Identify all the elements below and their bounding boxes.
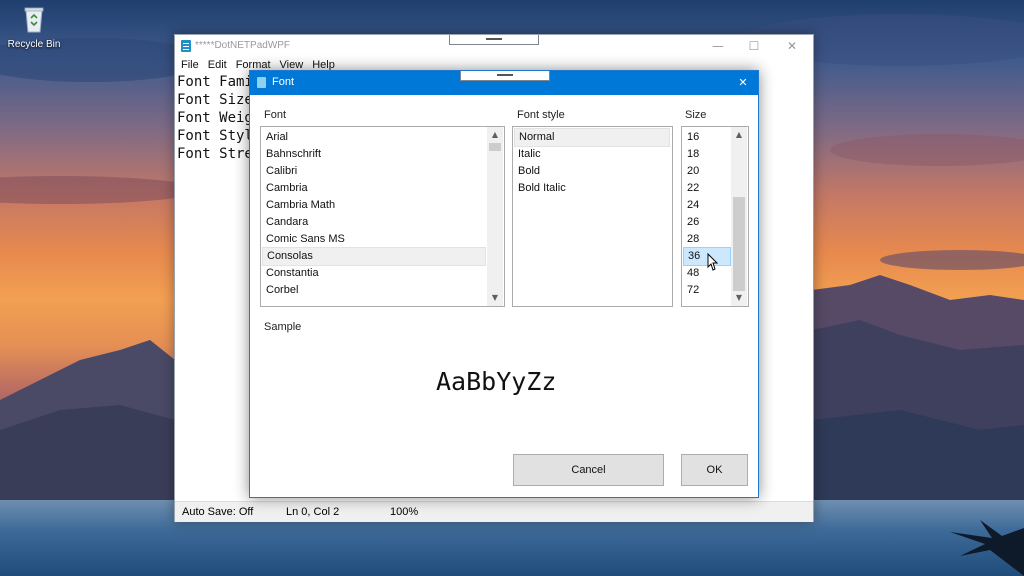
scroll-down-icon[interactable]: ▼ [731, 290, 747, 306]
cursor-position: Ln 0, Col 2 [286, 506, 340, 518]
font-label: Font [264, 109, 287, 121]
font-list-scrollbar[interactable]: ▲ ▼ [487, 127, 503, 306]
style-list-item[interactable]: Bold Italic [514, 180, 668, 197]
recycle-bin-icon [24, 7, 44, 33]
font-dialog: Font ✕ Font Font style Size Arial Bahnsc… [249, 70, 759, 498]
font-list-item[interactable]: Cambria [262, 180, 486, 197]
font-list-item[interactable]: Constantia [262, 265, 486, 282]
font-list-item[interactable]: Arial [262, 129, 486, 146]
scroll-up-icon[interactable]: ▲ [487, 127, 503, 143]
palm-silhouette [950, 520, 1024, 576]
close-button[interactable]: ✕ [773, 35, 811, 57]
scroll-up-icon[interactable]: ▲ [731, 127, 747, 143]
notepad-app-icon [181, 40, 191, 52]
size-list-item[interactable]: 28 [683, 231, 731, 248]
scroll-thumb[interactable] [489, 143, 501, 151]
main-titlebar[interactable]: *****DotNETPadWPF — ☐ ✕ [175, 35, 813, 57]
mouse-pointer-icon [707, 253, 719, 271]
font-family-list[interactable]: Arial Bahnschrift Calibri Cambria Cambri… [260, 126, 505, 307]
font-list-item[interactable]: Comic Sans MS [262, 231, 486, 248]
ok-button[interactable]: OK [681, 454, 748, 486]
cancel-button[interactable]: Cancel [513, 454, 664, 486]
size-label: Size [685, 109, 707, 121]
dialog-snap-drag-handle[interactable] [460, 71, 550, 81]
snap-drag-handle[interactable] [449, 35, 539, 45]
menu-edit[interactable]: Edit [205, 57, 230, 73]
recycle-bin-desktop-icon[interactable]: Recycle Bin [4, 4, 64, 50]
font-dialog-close-button[interactable]: ✕ [728, 71, 758, 95]
recycle-bin-label: Recycle Bin [7, 39, 61, 50]
status-bar: Auto Save: Off Ln 0, Col 2 100% [175, 501, 813, 522]
style-list-item-selected[interactable]: Normal [514, 128, 670, 147]
font-size-list[interactable]: 16 18 20 22 24 26 28 36 48 72 ▲ ▼ [681, 126, 749, 307]
font-style-list[interactable]: Normal Italic Bold Bold Italic [512, 126, 673, 307]
font-list-item[interactable]: Bahnschrift [262, 146, 486, 163]
style-list-item[interactable]: Bold [514, 163, 668, 180]
font-list-item[interactable]: Cambria Math [262, 197, 486, 214]
size-list-item[interactable]: 22 [683, 180, 731, 197]
size-list-item[interactable]: 26 [683, 214, 731, 231]
font-list-item[interactable]: Calibri [262, 163, 486, 180]
scroll-thumb[interactable] [733, 197, 745, 291]
font-list-item[interactable]: Candara [262, 214, 486, 231]
scroll-down-icon[interactable]: ▼ [487, 290, 503, 306]
maximize-button[interactable]: ☐ [735, 35, 773, 57]
minimize-button[interactable]: — [699, 35, 737, 57]
font-dialog-icon [257, 77, 266, 88]
autosave-status: Auto Save: Off [182, 506, 254, 518]
size-list-item[interactable]: 16 [683, 129, 731, 146]
size-list-item[interactable]: 20 [683, 163, 731, 180]
size-list-item[interactable]: 18 [683, 146, 731, 163]
font-list-item[interactable]: Corbel [262, 282, 486, 299]
font-style-label: Font style [517, 109, 565, 121]
font-dialog-title: Font [272, 76, 295, 88]
font-list-item-selected[interactable]: Consolas [262, 247, 486, 266]
size-list-item[interactable]: 24 [683, 197, 731, 214]
menu-file[interactable]: File [178, 57, 202, 73]
sample-preview: AaBbYyZz [436, 367, 557, 396]
style-list-item[interactable]: Italic [514, 146, 668, 163]
sample-label: Sample [264, 321, 302, 333]
zoom-level: 100% [390, 506, 419, 518]
size-list-item[interactable]: 72 [683, 282, 731, 299]
size-list-scrollbar[interactable]: ▲ ▼ [731, 127, 747, 306]
window-title: *****DotNETPadWPF [195, 40, 291, 51]
